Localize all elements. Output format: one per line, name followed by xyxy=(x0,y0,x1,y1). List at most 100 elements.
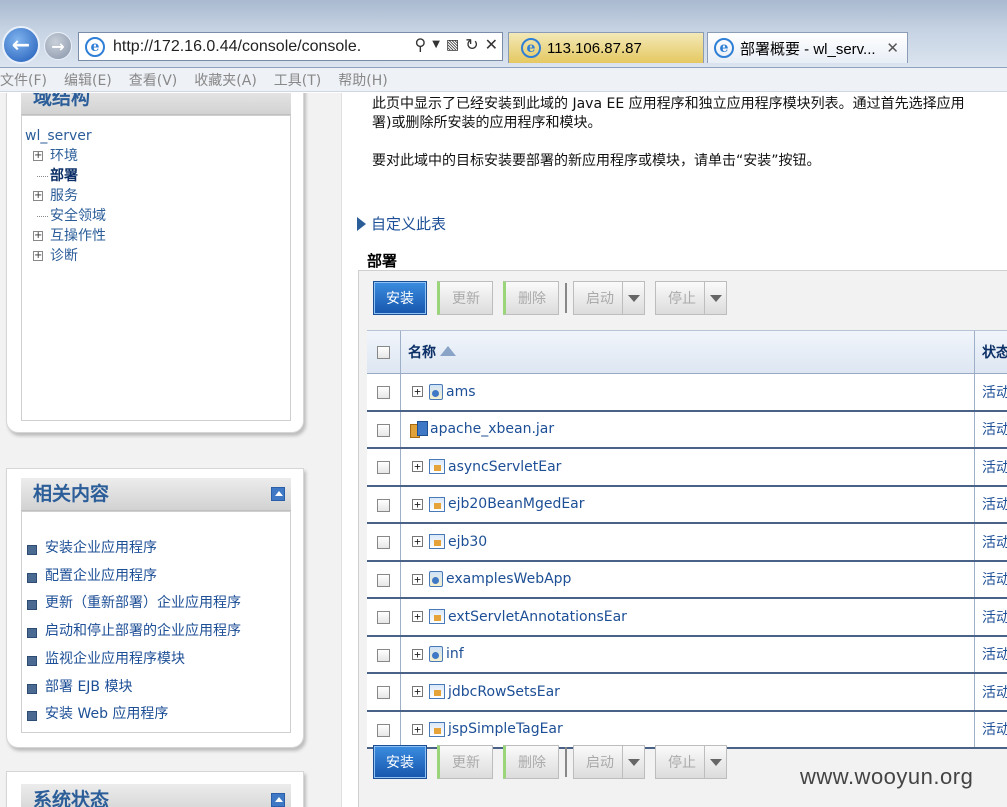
deployment-link[interactable]: ams xyxy=(446,384,476,400)
update-button[interactable]: 更新 xyxy=(437,745,493,779)
tree-node-deployments[interactable]: 部署 xyxy=(25,166,106,186)
chevron-down-icon[interactable] xyxy=(704,282,726,314)
state-cell: 活动 xyxy=(982,422,1007,439)
row-checkbox[interactable] xyxy=(377,573,390,587)
row-checkbox[interactable] xyxy=(377,686,390,699)
expand-icon[interactable]: + xyxy=(33,151,43,161)
chevron-down-icon[interactable] xyxy=(622,282,644,314)
row-checkbox[interactable] xyxy=(377,386,390,399)
row-checkbox[interactable] xyxy=(377,536,390,549)
expand-icon[interactable]: + xyxy=(412,723,423,735)
install-button[interactable]: 安装 xyxy=(373,745,427,779)
delete-button[interactable]: 删除 xyxy=(503,745,559,779)
related-link[interactable]: 启动和停止部署的企业应用程序 xyxy=(25,618,241,646)
deployment-link[interactable]: apache_xbean.jar xyxy=(430,421,554,437)
domain-structure-panel: 域结构 wl_server + 环境 部署 + 服务 安全领域 + 互操作性 + 诊断 xyxy=(6,93,304,433)
state-column-header[interactable]: 状态 xyxy=(976,331,1007,373)
expand-icon[interactable]: + xyxy=(33,251,43,261)
menu-favorites[interactable]: 收藏夹(A) xyxy=(194,70,257,90)
deployment-link[interactable]: extServletAnnotationsEar xyxy=(448,609,627,625)
row-checkbox[interactable] xyxy=(377,423,390,437)
expand-icon[interactable]: + xyxy=(412,573,423,585)
tab-label: 113.106.87.87 xyxy=(547,39,642,57)
search-icon[interactable]: ⚲ xyxy=(415,35,427,54)
expand-icon[interactable]: + xyxy=(33,231,43,241)
expand-icon[interactable]: + xyxy=(412,536,423,548)
select-all-checkbox[interactable] xyxy=(377,346,390,359)
install-button[interactable]: 安装 xyxy=(373,281,427,315)
close-tab-icon[interactable]: ✕ xyxy=(886,39,899,57)
tree-node-services[interactable]: + 服务 xyxy=(25,186,106,206)
chevron-down-icon[interactable] xyxy=(622,746,644,778)
expand-icon[interactable]: + xyxy=(33,191,43,201)
expand-icon[interactable]: + xyxy=(412,386,423,398)
toolbar-separator xyxy=(565,283,567,313)
deployment-link[interactable]: asyncServletEar xyxy=(448,459,561,475)
related-link[interactable]: 安装 Web 应用程序 xyxy=(25,701,241,729)
related-link[interactable]: 监视企业应用程序模块 xyxy=(25,646,241,674)
compat-view-icon[interactable]: ▧ xyxy=(446,37,459,53)
back-button[interactable]: ← xyxy=(2,26,40,64)
stop-button[interactable]: 停止 xyxy=(655,281,727,315)
expand-icon[interactable]: + xyxy=(412,648,423,660)
related-link[interactable]: 配置企业应用程序 xyxy=(25,563,241,591)
stop-button[interactable]: 停止 xyxy=(655,745,727,779)
expand-icon[interactable]: + xyxy=(412,611,423,623)
expand-icon[interactable]: + xyxy=(412,686,423,698)
sort-ascending-icon[interactable] xyxy=(440,346,456,358)
menu-file[interactable]: 文件(F) xyxy=(0,70,47,90)
start-button[interactable]: 启动 xyxy=(573,745,645,779)
tree-node-diagnostics[interactable]: + 诊断 xyxy=(25,246,106,266)
menu-edit[interactable]: 编辑(E) xyxy=(64,70,112,90)
row-checkbox[interactable] xyxy=(377,461,390,474)
address-url[interactable]: http://172.16.0.44/console/console. xyxy=(113,38,361,56)
row-checkbox[interactable] xyxy=(377,611,390,624)
tab-deployment-summary[interactable]: e 部署概要 - wl_serv... ✕ xyxy=(707,32,908,63)
section-title: 部署 xyxy=(367,252,398,270)
deployments-table: 名称 状态 + ams 活动 apache_xbean.jar 活动 + async… xyxy=(367,330,1007,749)
row-checkbox[interactable] xyxy=(377,498,390,512)
dropdown-icon[interactable]: ▼ xyxy=(432,39,440,50)
deployment-link[interactable]: ejb30 xyxy=(448,534,487,550)
table-row: + examplesWebApp 活动 xyxy=(367,561,1007,599)
deployment-link[interactable]: jdbcRowSetsEar xyxy=(448,684,560,700)
name-column-header[interactable]: 名称 xyxy=(402,331,975,373)
tab-ip[interactable]: e 113.106.87.87 xyxy=(508,32,704,63)
expand-icon[interactable]: + xyxy=(412,461,423,473)
menu-view[interactable]: 查看(V) xyxy=(129,70,178,90)
forward-button[interactable]: → xyxy=(44,32,72,60)
state-cell: 活动 xyxy=(982,722,1007,739)
related-link[interactable]: 安装企业应用程序 xyxy=(25,535,241,563)
update-button[interactable]: 更新 xyxy=(437,281,493,315)
state-cell: 活动 xyxy=(982,609,1007,626)
collapse-icon[interactable] xyxy=(271,793,285,807)
table-row: + jdbcRowSetsEar 活动 xyxy=(367,674,1007,712)
start-button[interactable]: 启动 xyxy=(573,281,645,315)
table-row: + ejb20BeanMgedEar 活动 xyxy=(367,486,1007,524)
tree-node-environment[interactable]: + 环境 xyxy=(25,146,106,166)
enterprise-app-icon xyxy=(429,496,445,512)
tree-node-interoperability[interactable]: + 互操作性 xyxy=(25,226,106,246)
expand-icon[interactable]: + xyxy=(412,498,423,510)
tree-node-security-realms[interactable]: 安全领域 xyxy=(25,206,106,226)
deployment-link[interactable]: jspSimpleTagEar xyxy=(448,721,563,737)
delete-button[interactable]: 删除 xyxy=(503,281,559,315)
related-link[interactable]: 更新（重新部署）企业应用程序 xyxy=(25,590,241,618)
table-toolbar-top: 安装 更新 删除 启动 停止 xyxy=(373,280,737,316)
menu-help[interactable]: 帮助(H) xyxy=(338,70,387,90)
related-link[interactable]: 部署 EJB 模块 xyxy=(25,674,241,702)
deployment-link[interactable]: inf xyxy=(446,646,464,662)
chevron-down-icon[interactable] xyxy=(704,746,726,778)
deployment-link[interactable]: ejb20BeanMgedEar xyxy=(448,496,585,512)
stop-icon[interactable]: ✕ xyxy=(485,35,498,54)
collapse-icon[interactable] xyxy=(271,487,285,501)
customize-table-link[interactable]: 自定义此表 xyxy=(357,213,446,234)
refresh-icon[interactable]: ↻ xyxy=(465,35,478,54)
deployment-link[interactable]: examplesWebApp xyxy=(446,571,571,587)
row-checkbox[interactable] xyxy=(377,648,390,662)
tree-root[interactable]: wl_server xyxy=(25,126,106,146)
address-bar[interactable]: e http://172.16.0.44/console/console. ⚲ … xyxy=(78,32,503,61)
expand-triangle-icon xyxy=(357,216,366,231)
menu-tools[interactable]: 工具(T) xyxy=(274,70,321,90)
row-checkbox[interactable] xyxy=(377,723,390,737)
